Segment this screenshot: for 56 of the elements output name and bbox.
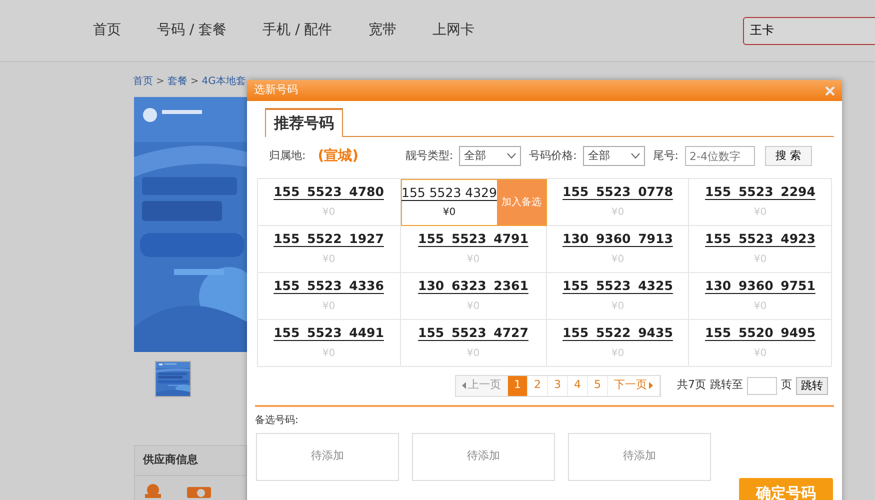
dialog-title: 选新号码 — [254, 82, 298, 98]
phone-number-link[interactable]: 155 5522 9435 — [562, 324, 673, 343]
panel-title: 供应商信息 — [135, 446, 246, 476]
field-label: 靓号类型: — [405, 148, 454, 164]
left-triangle-icon — [462, 382, 466, 389]
price-text: ¥0 — [442, 206, 456, 220]
breadcrumb-link[interactable]: 首页 — [133, 74, 153, 89]
backup-slot: 待添加 — [568, 432, 711, 480]
breadcrumb-separator: > — [156, 75, 164, 89]
section-label: 备选号码: — [254, 414, 300, 428]
breadcrumb-separator: > — [190, 75, 199, 89]
phone-number-link[interactable]: 155 5523 4491 — [274, 324, 384, 343]
phone-number-link[interactable]: 155 5523 0778 — [562, 183, 673, 202]
caret-icon — [507, 153, 516, 159]
phone-number-link[interactable]: 130 9360 7913 — [562, 230, 673, 249]
phone-number-link[interactable]: 155 5523 4727 — [418, 324, 528, 343]
phone-number-link[interactable]: 155 5520 9495 — [705, 324, 816, 343]
select-field[interactable]: 全部 — [459, 146, 522, 166]
number-card[interactable]: 155 5523 4329 ¥0 加入备选 — [400, 178, 547, 226]
page-unit: 页 — [781, 377, 792, 394]
right-triangle-icon — [649, 382, 653, 389]
phone-number-link[interactable]: 155 5523 4325 — [562, 277, 673, 296]
search-button[interactable]: 搜 索 — [764, 146, 812, 166]
field-label: 号码价格: — [529, 148, 577, 164]
phone-number-link[interactable]: 130 6323 2361 — [418, 277, 528, 296]
page-input[interactable] — [747, 376, 777, 394]
tab[interactable]: 推荐号码 — [265, 108, 343, 136]
nav-link[interactable]: 宽带 — [368, 20, 396, 41]
jump-label: 跳转至 — [710, 377, 743, 394]
phone-number-link[interactable]: 155 5523 2294 — [705, 183, 816, 202]
field-label: 归属地: — [269, 148, 306, 164]
phone-number-link[interactable]: 155 5522 1927 — [274, 230, 384, 249]
region-text: (宣城) — [318, 146, 359, 166]
select-field[interactable]: 全部 — [582, 146, 645, 166]
jump-button[interactable]: 跳转 — [796, 376, 828, 394]
phone-number-link[interactable]: 155 5523 4923 — [705, 230, 816, 249]
tail-number-field[interactable]: 2-4位数字 — [684, 146, 754, 166]
nav-link[interactable]: 首页 — [93, 20, 121, 41]
backup-slot: 待添加 — [412, 432, 555, 480]
search-field[interactable]: 王卡 — [743, 16, 875, 44]
nav-link[interactable]: 手机 / 配件 — [262, 20, 332, 41]
phone-number-link[interactable]: 155 5523 4791 — [418, 230, 528, 249]
close-icon[interactable] — [825, 86, 835, 96]
person-icon — [143, 484, 163, 498]
backup-slot: 待添加 — [256, 432, 399, 480]
nav-link[interactable]: 号码 / 套餐 — [157, 20, 227, 41]
phone-number-link[interactable]: 130 9360 9751 — [705, 277, 816, 296]
caret-icon — [630, 153, 640, 159]
phone-number-link[interactable]: 155 5523 4329 — [402, 184, 497, 202]
page-total: 共7页 — [677, 377, 706, 394]
phone-number-link[interactable]: 155 5523 4336 — [274, 277, 384, 296]
breadcrumb-link[interactable]: 套餐 — [167, 74, 188, 89]
field-label: 尾号: — [652, 148, 678, 164]
nav-link[interactable]: 上网卡 — [432, 20, 474, 41]
phone-number-link[interactable]: 155 5523 4780 — [274, 183, 384, 202]
breadcrumb-link[interactable]: 4G本地套 — [202, 74, 246, 89]
